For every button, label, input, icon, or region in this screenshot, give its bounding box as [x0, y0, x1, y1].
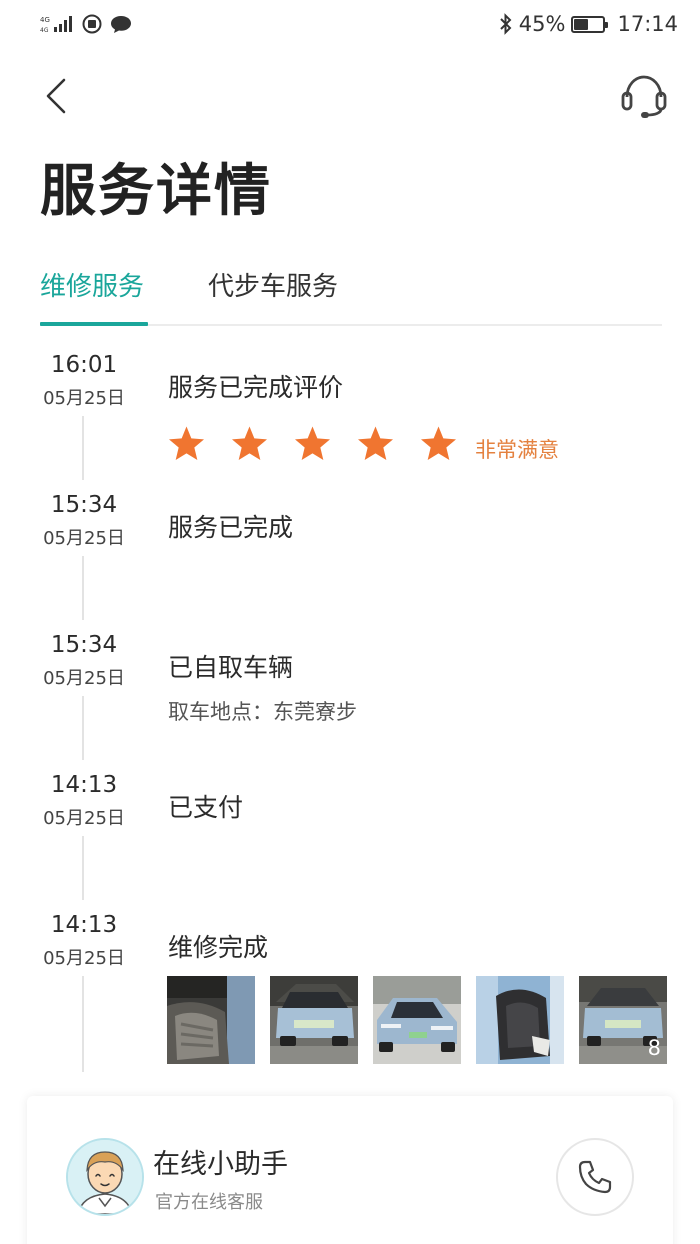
page-title: 服务详情 [40, 159, 272, 224]
timeline-time: 15:34 [50, 632, 118, 658]
bluetooth-icon [500, 13, 512, 35]
timeline-connector [82, 556, 84, 620]
timeline-time: 16:01 [50, 352, 118, 378]
photo-thumbnail-more[interactable]: 8 [579, 976, 667, 1064]
timeline-date: 05月25日 [43, 668, 125, 689]
tab-courtesy-car-service[interactable]: 代步车服务 [208, 266, 338, 303]
timeline-date: 05月25日 [43, 808, 125, 829]
call-button[interactable] [556, 1138, 634, 1216]
timeline-connector [82, 836, 84, 900]
battery-percent: 45% [518, 12, 566, 36]
timeline-time: 15:34 [50, 492, 118, 518]
photo-thumbnail-front[interactable] [373, 976, 461, 1064]
timeline-date: 05月25日 [43, 528, 125, 549]
timeline-title: 维修完成 [168, 933, 269, 962]
rating-stars [166, 424, 459, 464]
star-icon [421, 426, 456, 460]
timeline-title: 服务已完成评价 [168, 373, 344, 402]
active-tab-indicator [40, 322, 148, 326]
svg-text:4G: 4G [40, 27, 49, 34]
more-photos-count: 8 [647, 1036, 661, 1060]
star-icon [232, 426, 267, 460]
timeline-title: 已自取车辆 [168, 653, 294, 682]
tab-repair-service[interactable]: 维修服务 [40, 266, 144, 303]
customer-service-button[interactable] [616, 70, 672, 122]
photo-thumbnail-rear[interactable] [270, 976, 358, 1064]
assistant-name: 在线小助手 [153, 1149, 288, 1180]
timeline-date: 05月25日 [43, 388, 125, 409]
battery-fill [574, 18, 588, 30]
timeline-time: 14:13 [50, 912, 118, 938]
headset-icon [621, 75, 667, 118]
clock: 17:14 [617, 12, 678, 36]
timeline-connector [82, 976, 84, 1072]
star-icon [358, 426, 393, 460]
timeline-date: 05月25日 [43, 948, 125, 969]
timeline-time: 14:13 [50, 772, 118, 798]
pickup-location: 取车地点：东莞寮步 [168, 700, 357, 724]
timeline-title: 服务已完成 [168, 513, 294, 542]
status-right: 45% 17:14 [499, 10, 678, 38]
phone-icon [578, 1160, 612, 1194]
assistant-subtitle: 官方在线客服 [155, 1192, 263, 1213]
star-icon [169, 426, 204, 460]
signal-icon: 4G 4G [40, 16, 72, 34]
car-front-image [373, 976, 461, 1064]
notification-icon [82, 14, 102, 34]
timeline-title: 已支付 [168, 793, 244, 822]
photo-thumbnail-seat[interactable] [476, 976, 564, 1064]
back-button[interactable] [36, 74, 76, 118]
rating-label: 非常满意 [475, 438, 559, 462]
svg-text:4G: 4G [40, 16, 50, 24]
nav-bar [0, 60, 700, 130]
tab-bar: 维修服务 代步车服务 [40, 258, 662, 326]
avatar [66, 1138, 144, 1216]
status-bar: 4G 4G 45% 17:14 [0, 0, 700, 48]
repair-photos: 8 [167, 976, 667, 1064]
chat-icon [111, 16, 131, 33]
back-arrow-icon [46, 78, 66, 114]
photo-thumbnail-interior[interactable] [167, 976, 255, 1064]
car-seat-image [476, 976, 564, 1064]
timeline-connector [82, 416, 84, 480]
online-assistant-card[interactable]: 在线小助手 官方在线客服 [27, 1096, 673, 1244]
battery-icon [571, 15, 609, 33]
assistant-avatar-icon [68, 1140, 142, 1214]
star-icon [295, 426, 330, 460]
status-left: 4G 4G [40, 12, 132, 36]
timeline-connector [82, 696, 84, 760]
car-rear-image [270, 976, 358, 1064]
car-interior-image [167, 976, 255, 1064]
